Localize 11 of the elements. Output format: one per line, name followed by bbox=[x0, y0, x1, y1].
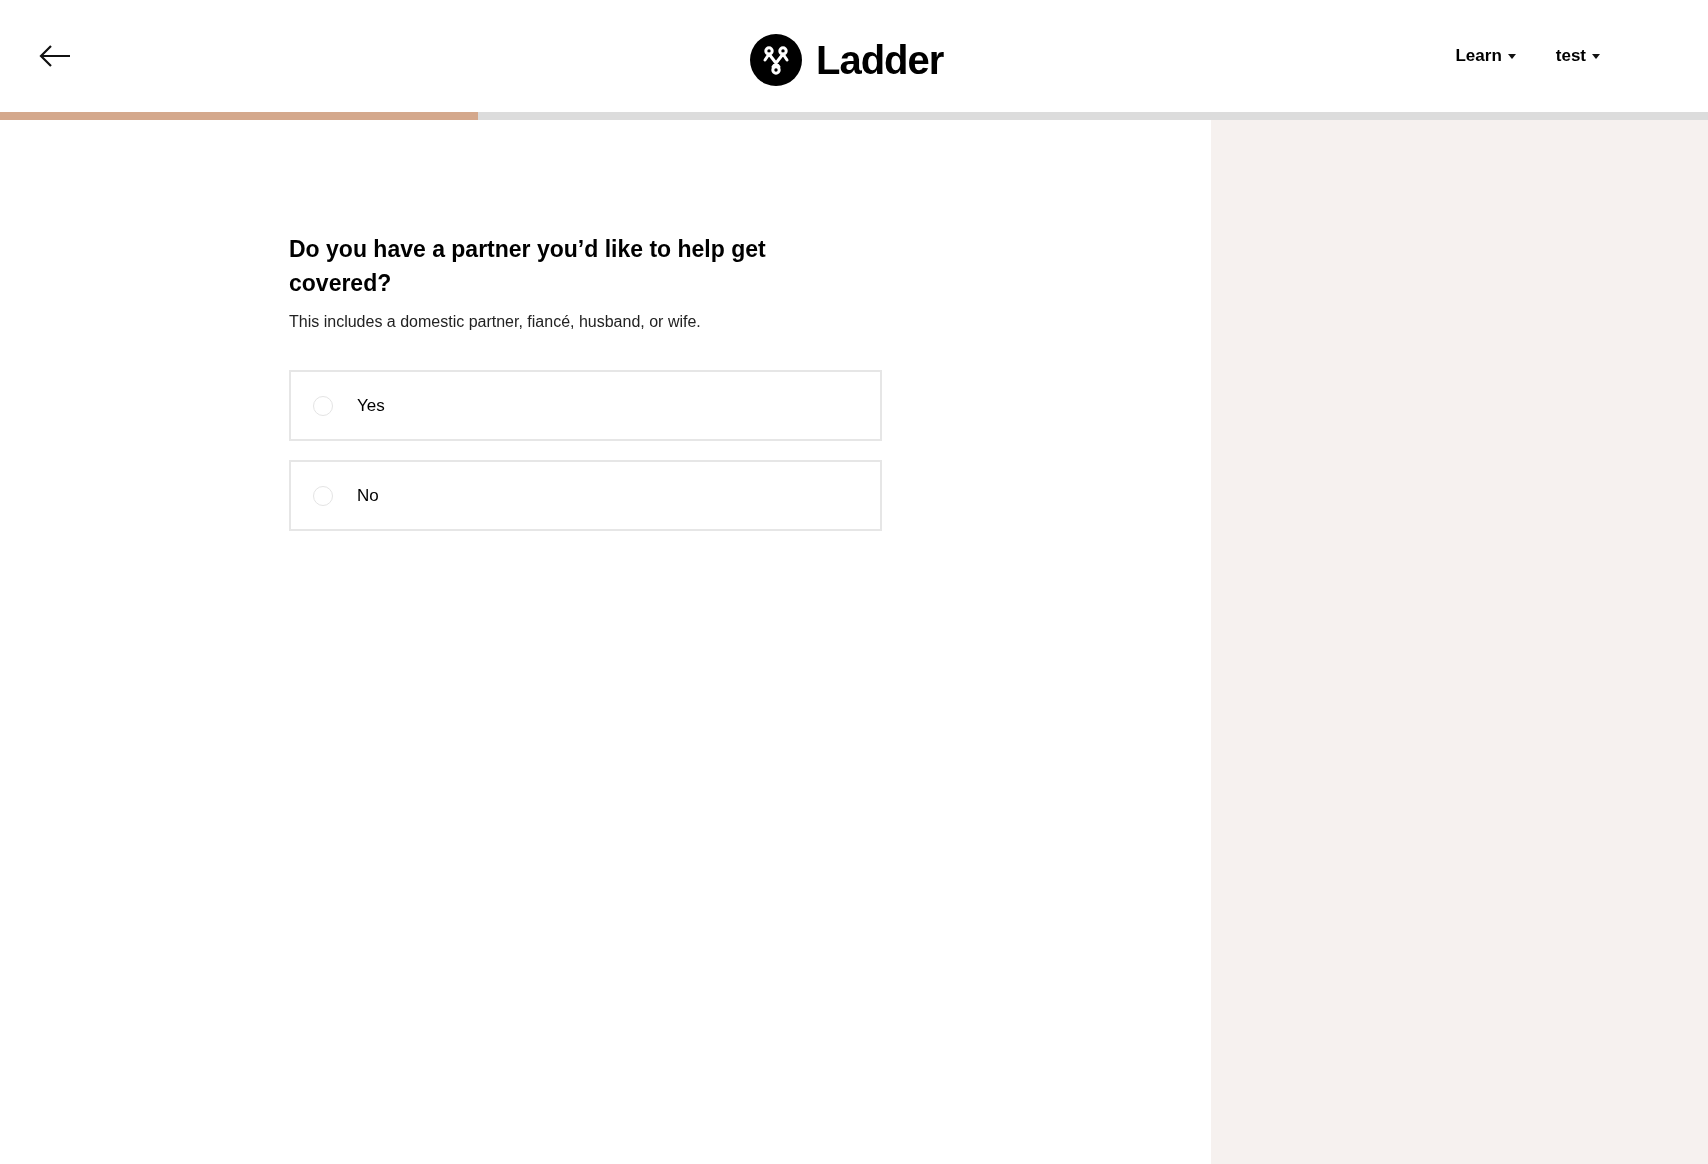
back-arrow-icon[interactable] bbox=[38, 44, 72, 68]
ladder-logo-icon bbox=[750, 34, 802, 86]
caret-icon bbox=[1592, 53, 1600, 59]
caret-icon bbox=[1507, 53, 1516, 59]
nav-menu[interactable]: Learn bbox=[1455, 43, 1516, 69]
nav-menu[interactable]: test bbox=[1555, 43, 1600, 69]
brand-name: Ladder bbox=[816, 37, 944, 84]
answer-option[interactable]: Yes bbox=[289, 370, 882, 441]
question-title: Do you have a partner you’d like to help get covered? bbox=[289, 235, 767, 298]
answer-option[interactable]: No bbox=[289, 460, 882, 531]
question-hint: This includes a domestic partner, fiancé, husband, or wife. bbox=[289, 312, 702, 332]
